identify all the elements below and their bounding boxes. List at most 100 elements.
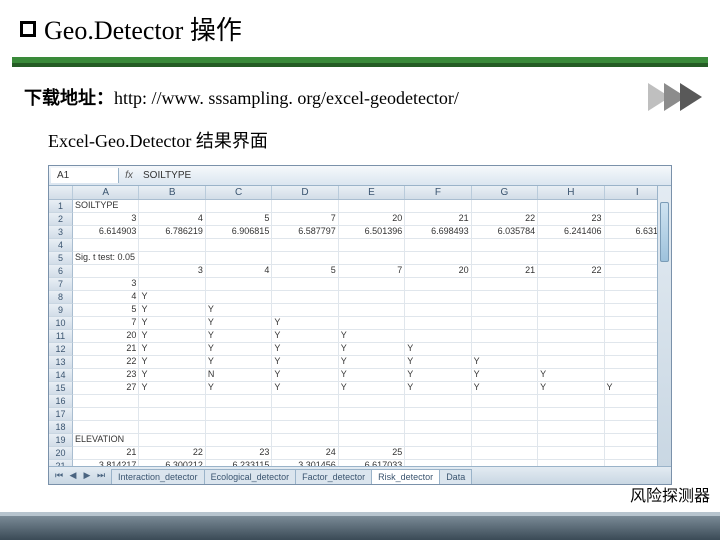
cell[interactable]: 3 (139, 265, 205, 278)
cell[interactable]: 3 (73, 213, 139, 226)
cell[interactable]: 20 (73, 330, 139, 343)
cell[interactable]: 6.587797 (272, 226, 338, 239)
cell[interactable]: Y (272, 330, 338, 343)
cell[interactable] (538, 239, 604, 252)
cell[interactable]: Y (472, 369, 538, 382)
cell[interactable] (472, 343, 538, 356)
row-header[interactable]: 5 (49, 252, 73, 265)
cell[interactable] (538, 330, 604, 343)
cell[interactable] (472, 317, 538, 330)
cell[interactable] (139, 434, 205, 447)
cell[interactable]: Y (139, 356, 205, 369)
cell[interactable] (272, 200, 338, 213)
cell[interactable] (206, 434, 272, 447)
cell[interactable]: Y (405, 369, 471, 382)
cell[interactable]: Y (139, 304, 205, 317)
cell[interactable]: 5 (206, 213, 272, 226)
cell[interactable] (472, 330, 538, 343)
row-header[interactable]: 3 (49, 226, 73, 239)
cell[interactable] (73, 421, 139, 434)
cell[interactable] (472, 239, 538, 252)
cell[interactable]: 7 (73, 317, 139, 330)
cell[interactable] (272, 278, 338, 291)
tab-last-icon[interactable]: ⏭ (95, 470, 107, 481)
cell[interactable] (73, 408, 139, 421)
cell[interactable] (339, 239, 405, 252)
cell[interactable]: 6.698493 (405, 226, 471, 239)
cell[interactable]: Y (139, 369, 205, 382)
cell[interactable]: Y (139, 382, 205, 395)
cell[interactable] (339, 434, 405, 447)
cell[interactable] (405, 252, 471, 265)
cell[interactable]: Y (139, 343, 205, 356)
row-header[interactable]: 15 (49, 382, 73, 395)
cell[interactable] (538, 434, 604, 447)
col-header[interactable]: A (73, 186, 139, 199)
cell[interactable]: 6.906815 (206, 226, 272, 239)
cell[interactable] (472, 447, 538, 460)
cell[interactable]: 20 (339, 213, 405, 226)
cell[interactable] (405, 304, 471, 317)
cell[interactable] (272, 252, 338, 265)
cell[interactable] (339, 291, 405, 304)
cell[interactable] (339, 252, 405, 265)
cell[interactable] (472, 434, 538, 447)
sheet-tab[interactable]: Data (439, 469, 472, 484)
cell[interactable] (139, 278, 205, 291)
cell[interactable]: ELEVATION (73, 434, 139, 447)
cell[interactable] (405, 278, 471, 291)
cell[interactable] (139, 239, 205, 252)
sheet-tab[interactable]: Risk_detector (371, 469, 440, 484)
cell[interactable]: 6.241406 (538, 226, 604, 239)
formula-value[interactable]: SOILTYPE (137, 168, 671, 183)
row-header[interactable]: 13 (49, 356, 73, 369)
cell[interactable]: 4 (206, 265, 272, 278)
sheet-tab[interactable]: Ecological_detector (204, 469, 297, 484)
cell[interactable]: 27 (73, 382, 139, 395)
cell[interactable] (472, 408, 538, 421)
cell[interactable]: Y (472, 382, 538, 395)
cell[interactable] (206, 421, 272, 434)
cell[interactable] (73, 239, 139, 252)
cell[interactable]: 7 (339, 265, 405, 278)
cell[interactable] (472, 200, 538, 213)
cell[interactable] (405, 447, 471, 460)
cell[interactable]: 23 (206, 447, 272, 460)
cell[interactable] (139, 252, 205, 265)
cell[interactable] (339, 395, 405, 408)
cell[interactable]: Y (405, 343, 471, 356)
cell[interactable] (472, 291, 538, 304)
tab-prev-icon[interactable]: ◀ (67, 470, 79, 481)
cell[interactable]: Y (339, 382, 405, 395)
cell[interactable] (405, 395, 471, 408)
col-header[interactable] (49, 186, 73, 199)
cell[interactable]: Y (339, 330, 405, 343)
row-header[interactable]: 7 (49, 278, 73, 291)
cell[interactable] (405, 239, 471, 252)
row-header[interactable]: 6 (49, 265, 73, 278)
cell[interactable] (139, 408, 205, 421)
fx-icon[interactable]: fx (121, 170, 137, 181)
cell[interactable] (206, 395, 272, 408)
vertical-scrollbar[interactable] (657, 186, 671, 466)
cell[interactable]: Y (272, 369, 338, 382)
cell[interactable]: Y (538, 382, 604, 395)
cell[interactable] (405, 291, 471, 304)
cell[interactable]: 6.614903 (73, 226, 139, 239)
tab-next-icon[interactable]: ▶ (81, 470, 93, 481)
cell[interactable] (139, 395, 205, 408)
cell[interactable]: 4 (139, 213, 205, 226)
cell[interactable] (538, 421, 604, 434)
cell[interactable]: Y (206, 356, 272, 369)
col-header[interactable]: B (139, 186, 205, 199)
cell[interactable] (73, 265, 139, 278)
cell[interactable]: 21 (472, 265, 538, 278)
cell[interactable]: 23 (538, 213, 604, 226)
tab-nav-controls[interactable]: ⏮ ◀ ▶ ⏭ (49, 470, 111, 481)
cell[interactable] (538, 278, 604, 291)
cell[interactable] (405, 408, 471, 421)
cell[interactable]: 22 (472, 213, 538, 226)
cell[interactable]: 21 (73, 343, 139, 356)
row-header[interactable]: 14 (49, 369, 73, 382)
cell[interactable] (538, 447, 604, 460)
